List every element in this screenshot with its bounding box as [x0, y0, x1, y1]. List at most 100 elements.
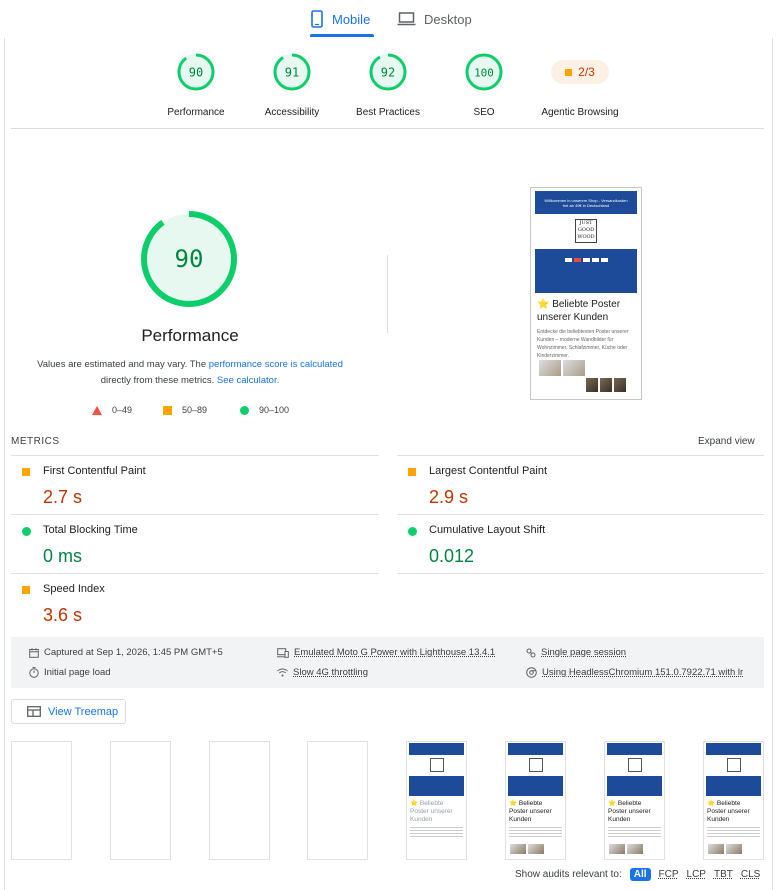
screenshot-banner: Willkommen in unserem Shop - Versandkost… [535, 191, 637, 214]
gauge-accessibility[interactable]: 91 Accessibility [244, 52, 340, 118]
divider [11, 128, 764, 129]
gauge-performance[interactable]: 90 Performance [148, 52, 244, 118]
performance-note: Values are estimated and may vary. The p… [20, 357, 360, 389]
gauge-label: Agentic Browsing [541, 107, 619, 118]
average-square-icon [163, 405, 172, 415]
screenshot-blue-band [535, 249, 637, 293]
session-icon [526, 648, 536, 657]
metric-name: Speed Index [43, 583, 105, 595]
timer-icon [29, 667, 39, 678]
filter-lcp[interactable]: LCP [687, 869, 706, 880]
runtime-browser[interactable]: Using HeadlessChromium 151.0.7922.71 wit… [526, 667, 743, 678]
filter-cls[interactable]: CLS [741, 869, 760, 880]
filmstrip-frame: ⭐ Beliebte Poster unserer Kunden [604, 741, 665, 860]
runtime-settings: Captured at Sep 1, 2026, 1:45 PM GMT+5 I… [11, 637, 764, 688]
gauge-label: Best Practices [356, 107, 420, 118]
fail-triangle-icon [92, 405, 102, 415]
screenshot-images [539, 360, 585, 376]
filter-all[interactable]: All [629, 868, 651, 881]
runtime-browser-text: Using HeadlessChromium 151.0.7922.71 wit… [542, 667, 744, 678]
gauge-score: 91 [285, 66, 299, 80]
legend-fail-label: 0–49 [112, 405, 133, 415]
average-square-icon [565, 68, 573, 76]
audit-filter-label: Show audits relevant to: [515, 869, 622, 880]
pass-circle-icon [22, 527, 31, 536]
score-calculated-link[interactable]: performance score is calculated [209, 359, 343, 370]
metric-value: 3.6 s [43, 605, 83, 625]
gauge-agentic-browsing[interactable]: 2/3 Agentic Browsing [532, 52, 628, 118]
calendar-icon [29, 647, 39, 658]
metric-value: 2.9 s [429, 487, 469, 507]
see-calculator-link[interactable]: See calculator. [217, 375, 279, 386]
runtime-load: Initial page load [29, 667, 111, 678]
tab-desktop[interactable]: Desktop [397, 0, 472, 38]
filmstrip-frame [209, 741, 270, 860]
gauge-score: 92 [381, 66, 395, 80]
note-text: Values are estimated and may vary. The [37, 359, 209, 370]
score-gauge: 100 [465, 53, 503, 91]
metric-value: 0.012 [429, 546, 475, 566]
view-treemap-label: View Treemap [48, 705, 119, 718]
filmstrip-heading: ⭐ Beliebte Poster unserer Kunden [608, 800, 651, 823]
runtime-captured: Captured at Sep 1, 2026, 1:45 PM GMT+5 [29, 647, 223, 658]
laptop-icon [397, 12, 416, 26]
filmstrip-frame: ⭐ Beliebte Poster unserer Kunden [505, 741, 566, 860]
phone-icon [311, 10, 323, 28]
divider [11, 455, 379, 456]
filmstrip-frame [11, 741, 72, 860]
filmstrip-heading: ⭐ Beliebte Poster unserer Kunden [509, 800, 552, 823]
performance-title: Performance [141, 326, 239, 345]
performance-big-gauge: 90 [141, 211, 237, 307]
divider [11, 514, 379, 515]
agentic-score: 2/3 [578, 65, 595, 79]
divider-vertical [387, 255, 388, 333]
gauge-label: Accessibility [264, 107, 320, 118]
runtime-captured-text: Captured at Sep 1, 2026, 1:45 PM GMT+5 [44, 647, 223, 658]
gauge-label: Performance [167, 107, 225, 118]
filter-tbt[interactable]: TBT [714, 869, 733, 880]
gauge-seo[interactable]: 100 SEO [436, 52, 532, 118]
audit-filter: Show audits relevant to: All FCP LCP TBT… [515, 868, 760, 881]
average-square-icon [22, 586, 30, 594]
filmstrip-frame: ⭐ Beliebte Poster unserer Kunden [406, 741, 467, 860]
runtime-session-text: Single page session [541, 647, 627, 658]
tab-mobile-label: Mobile [332, 11, 371, 27]
final-screenshot[interactable]: Willkommen in unserem Shop - Versandkost… [530, 187, 642, 400]
metric-name: Largest Contentful Paint [429, 465, 548, 477]
view-treemap-button[interactable]: View Treemap [11, 699, 126, 724]
runtime-throttling[interactable]: Slow 4G throttling [277, 667, 368, 678]
tab-desktop-label: Desktop [424, 11, 472, 27]
metric-name: Cumulative Layout Shift [429, 524, 546, 536]
filmstrip-frame [110, 741, 171, 860]
score-gauge: 92 [369, 53, 407, 91]
legend-average-label: 50–89 [182, 405, 208, 415]
legend-pass: 90–100 [240, 403, 289, 417]
divider [397, 455, 764, 456]
logo-line: JUST [579, 220, 593, 226]
metrics-title: METRICS [11, 436, 60, 447]
gauge-score: 90 [189, 66, 203, 80]
divider [11, 573, 379, 574]
score-gauge: 90 [177, 53, 215, 91]
divider [397, 514, 764, 515]
frame-border-left [4, 38, 5, 890]
wifi-icon [277, 668, 288, 677]
gauge-best-practices[interactable]: 92 Best Practices [340, 52, 436, 118]
pass-circle-icon [240, 405, 249, 415]
tab-mobile[interactable]: Mobile [310, 0, 374, 38]
screenshot-logo: JUST GOOD WOOD [575, 219, 597, 243]
runtime-load-text: Initial page load [44, 667, 111, 678]
runtime-throttling-text: Slow 4G throttling [293, 667, 368, 678]
legend-pass-label: 90–100 [259, 405, 290, 415]
agentic-score-badge: 2/3 [551, 60, 609, 84]
score-gauge: 91 [273, 53, 311, 91]
average-square-icon [408, 468, 416, 476]
payment-badges [535, 258, 637, 262]
expand-view-toggle[interactable]: Expand view [698, 436, 755, 447]
note-text: directly from these metrics. [100, 375, 217, 386]
filter-fcp[interactable]: FCP [659, 869, 679, 880]
runtime-session[interactable]: Single page session [526, 647, 626, 658]
filmstrip-frame [307, 741, 368, 860]
device-tabs: Mobile Desktop [0, 0, 777, 38]
runtime-device[interactable]: Emulated Moto G Power with Lighthouse 13… [277, 647, 495, 658]
